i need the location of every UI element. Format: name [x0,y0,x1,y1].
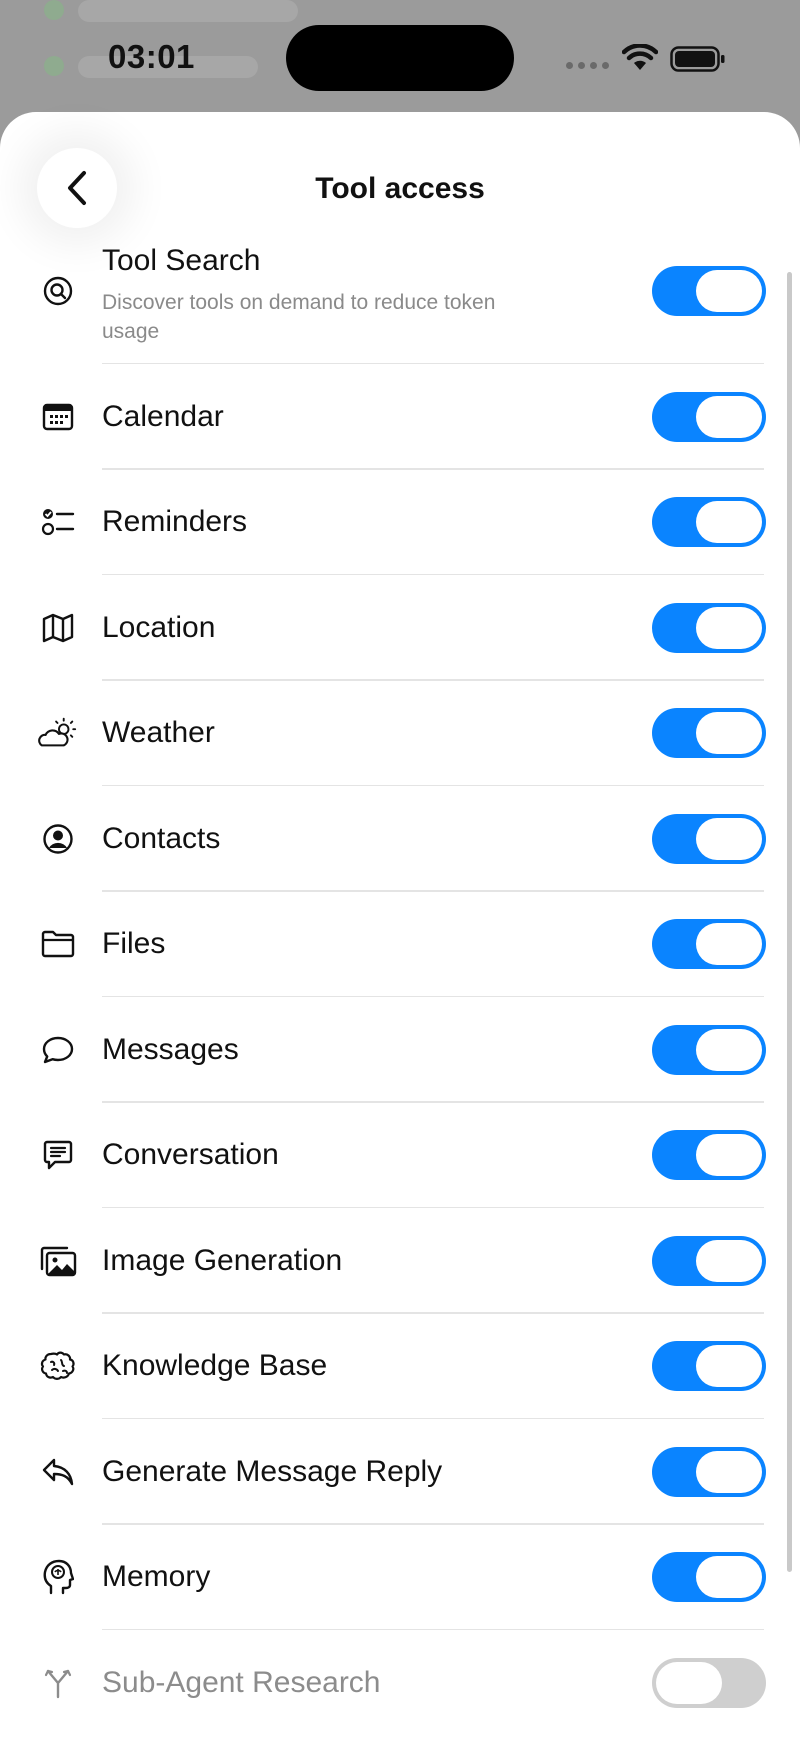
calendar-icon [38,397,78,437]
cellular-signal-icon [566,62,609,69]
tool-row-location: Location [0,575,800,681]
brain-icon [38,1346,78,1386]
tool-label: Memory [102,1560,211,1594]
tool-list: Tool Search Discover tools on demand to … [0,217,800,1736]
photos-icon [38,1241,78,1281]
search-icon [38,271,78,311]
tool-row-weather: Weather [0,681,800,786]
tool-search-toggle[interactable] [652,265,766,316]
reply-icon [38,1452,78,1492]
branch-icon [38,1663,78,1703]
image-generation-toggle[interactable] [652,1235,766,1286]
tool-row-knowledge-base: Knowledge Base [0,1314,800,1419]
tool-label: Sub-Agent Research [102,1665,381,1699]
tool-label: Knowledge Base [102,1349,328,1383]
tool-row-generate-message-reply: Generate Message Reply [0,1419,800,1525]
weather-toggle[interactable] [652,708,766,759]
tool-row-memory: Memory [0,1525,800,1630]
tool-label: Messages [102,1032,239,1066]
tool-row-files: Files [0,892,800,997]
tool-label: Weather [102,716,215,750]
chat-bubble-icon [38,1030,78,1070]
checklist-icon [38,502,78,542]
battery-icon [670,46,726,72]
tool-label: Tool Search [102,244,261,277]
tool-label: Conversation [102,1138,279,1172]
map-icon [38,608,78,648]
tool-row-reminders: Reminders [0,470,800,575]
tool-label: Location [102,610,216,644]
tool-row-conversation: Conversation [0,1103,800,1208]
messages-toggle[interactable] [652,1024,766,1075]
tool-label: Generate Message Reply [102,1454,443,1488]
tool-row-messages: Messages [0,997,800,1103]
tool-row-image-generation: Image Generation [0,1208,800,1314]
cloud-sun-icon [38,713,78,753]
tool-label: Calendar [102,399,224,433]
calendar-toggle[interactable] [652,391,766,442]
tool-row-contacts: Contacts [0,786,800,892]
knowledge-base-toggle[interactable] [652,1341,766,1392]
message-text-icon [38,1135,78,1175]
tool-access-sheet: Tool access Tool Search Discover tools o… [0,112,800,1752]
tool-subtitle: Discover tools on demand to reduce token… [102,291,496,343]
tool-row-calendar: Calendar [0,364,800,470]
dynamic-island [286,25,514,91]
tool-label: Contacts [102,821,221,855]
status-time: 03:01 [108,38,195,75]
location-toggle[interactable] [652,602,766,653]
sub-agent-research-toggle[interactable] [652,1657,766,1708]
contacts-toggle[interactable] [652,813,766,864]
folder-icon [38,924,78,964]
person-circle-icon [38,819,78,859]
tool-label: Reminders [102,505,248,539]
page-title: Tool access [315,172,485,205]
status-bar: 03:01 [0,0,800,112]
tool-label: Image Generation [102,1243,343,1277]
files-toggle[interactable] [652,919,766,970]
reminders-toggle[interactable] [652,497,766,548]
conversation-toggle[interactable] [652,1130,766,1181]
tool-row-tool-search: Tool Search Discover tools on demand to … [0,217,800,364]
memory-toggle[interactable] [652,1552,766,1603]
tool-label: Files [102,927,166,961]
tool-row-sub-agent-research: Sub-Agent Research [0,1630,800,1736]
wifi-icon [622,44,658,72]
generate-message-reply-toggle[interactable] [652,1446,766,1497]
head-brain-icon [38,1557,78,1597]
